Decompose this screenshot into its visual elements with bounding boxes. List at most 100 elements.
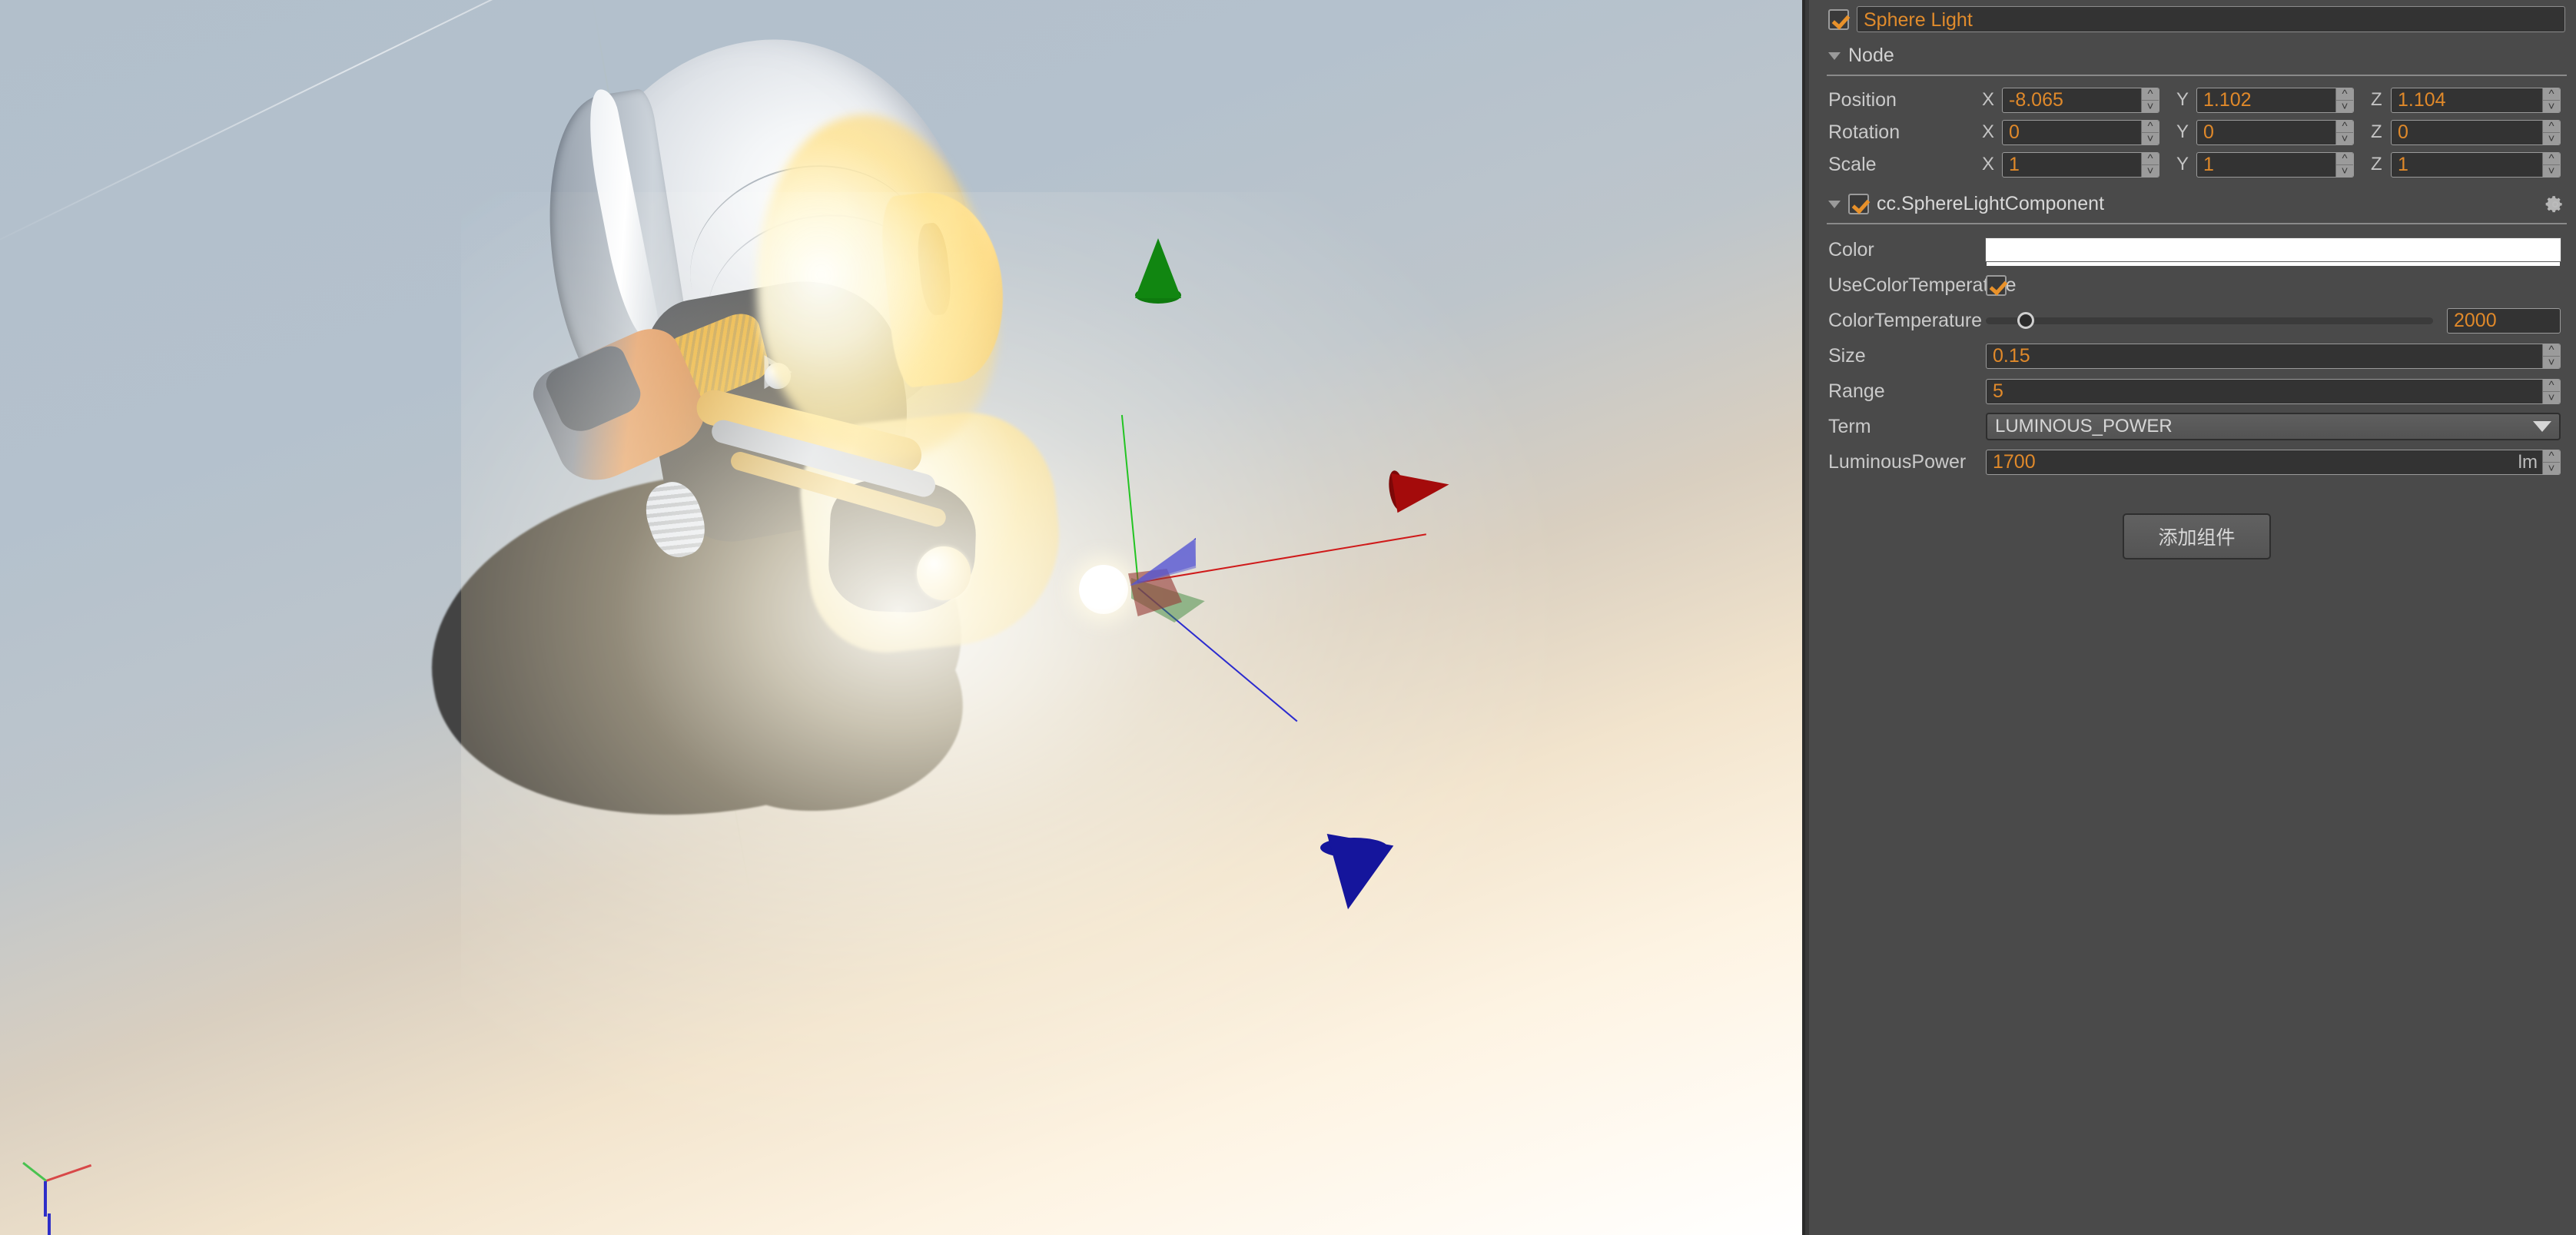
stepper-up-icon[interactable]: ^: [2142, 153, 2159, 165]
property-field: 2000: [1986, 308, 2565, 334]
stepper-down-icon[interactable]: ˅: [2543, 165, 2560, 177]
stepper-down-icon[interactable]: ˅: [2142, 101, 2159, 112]
stepper-up-icon[interactable]: ^: [2543, 450, 2560, 463]
color-temperature-slider[interactable]: [1986, 317, 2433, 324]
color-swatch[interactable]: [1986, 238, 2561, 261]
scene-viewport[interactable]: [0, 0, 1802, 1235]
slider-thumb[interactable]: [2017, 312, 2034, 329]
property-row-use-color-temperature: UseColorTemperature: [1817, 267, 2576, 303]
term-select[interactable]: LUMINOUS_POWER: [1986, 413, 2561, 440]
stepper-down-icon[interactable]: ˅: [2543, 463, 2560, 474]
vector3-field: X -8.065 ^˅ Y 1.102 ^˅ Z 1.10: [1982, 88, 2565, 113]
stepper[interactable]: ^˅: [2542, 88, 2560, 112]
size-input[interactable]: 0.15 ^˅: [1986, 344, 2561, 369]
node-name-input[interactable]: Sphere Light: [1857, 6, 2565, 32]
world-axis-y: [22, 1162, 47, 1182]
stepper[interactable]: ^˅: [2335, 88, 2353, 112]
component-title: cc.SphereLightComponent: [1877, 193, 2538, 215]
property-row-luminous-power: LuminousPower 1700 lm ^˅: [1817, 444, 2576, 480]
axis-label-z: Z: [2371, 154, 2391, 175]
chevron-down-icon[interactable]: [1828, 201, 1841, 208]
stepper-down-icon[interactable]: ˅: [2543, 101, 2560, 112]
sphere-light-gizmo[interactable]: [1079, 565, 1128, 614]
node-section-label: Node: [1848, 45, 1894, 67]
luminous-power-input[interactable]: 1700 lm ^˅: [1986, 450, 2561, 475]
add-component-button[interactable]: 添加组件: [2123, 513, 2270, 559]
axis-label-x: X: [1982, 89, 2002, 111]
use-color-temperature-checkbox[interactable]: [1986, 275, 2007, 296]
stepper-up-icon[interactable]: ^: [2336, 88, 2353, 101]
rotation-x-input[interactable]: 0 ^˅: [2002, 120, 2159, 145]
stepper[interactable]: ^˅: [2542, 344, 2560, 368]
position-x-input[interactable]: -8.065 ^˅: [2002, 88, 2159, 113]
stepper-up-icon[interactable]: ^: [2336, 121, 2353, 133]
stepper[interactable]: ^˅: [2141, 121, 2159, 144]
property-label: ColorTemperature: [1828, 310, 1986, 332]
node-enabled-checkbox[interactable]: [1828, 9, 1849, 30]
node-section-header[interactable]: Node: [1817, 32, 2576, 71]
stepper-down-icon[interactable]: ˅: [2543, 133, 2560, 144]
gizmo-axis-x-cone[interactable]: [1391, 465, 1452, 513]
stepper-up-icon[interactable]: ^: [2543, 121, 2560, 133]
vector-component-y: Y 0 ^˅: [2176, 120, 2371, 145]
property-row-color: Color: [1817, 232, 2576, 267]
property-label: Color: [1828, 239, 1986, 261]
chevron-down-icon[interactable]: [2533, 421, 2551, 432]
property-field: [1986, 275, 2565, 296]
field-value: -8.065: [2003, 88, 2141, 112]
stepper[interactable]: ^˅: [2542, 121, 2560, 144]
stepper-up-icon[interactable]: ^: [2543, 88, 2560, 101]
damaged-helmet-model[interactable]: [500, 5, 1084, 672]
stepper-down-icon[interactable]: ˅: [2336, 165, 2353, 177]
scale-z-input[interactable]: 1 ^˅: [2391, 152, 2561, 178]
stepper-down-icon[interactable]: ˅: [2543, 392, 2560, 403]
stepper[interactable]: ^˅: [2335, 121, 2353, 144]
field-value: 1.102: [2197, 88, 2335, 112]
axis-label-y: Y: [2176, 89, 2196, 111]
gizmo-axis-z-cone[interactable]: [1315, 834, 1394, 915]
range-input[interactable]: 5 ^˅: [1986, 379, 2561, 404]
stepper-down-icon[interactable]: ˅: [2336, 101, 2353, 112]
stepper-down-icon[interactable]: ˅: [2543, 357, 2560, 368]
stepper-up-icon[interactable]: ^: [2336, 153, 2353, 165]
property-label: Size: [1828, 345, 1986, 367]
gizmo-axis-y-line[interactable]: [1121, 415, 1139, 583]
stepper-up-icon[interactable]: ^: [2543, 344, 2560, 357]
vector-component-x: X 1 ^˅: [1982, 152, 2176, 178]
scale-x-input[interactable]: 1 ^˅: [2002, 152, 2159, 178]
stepper-down-icon[interactable]: ˅: [2142, 133, 2159, 144]
component-enabled-checkbox[interactable]: [1848, 194, 1869, 214]
stepper-up-icon[interactable]: ^: [2142, 88, 2159, 101]
stepper[interactable]: ^˅: [2542, 450, 2560, 474]
position-z-input[interactable]: 1.104 ^˅: [2391, 88, 2561, 113]
component-header[interactable]: cc.SphereLightComponent: [1817, 181, 2576, 220]
stepper[interactable]: ^˅: [2141, 153, 2159, 177]
stepper[interactable]: ^˅: [2542, 380, 2560, 403]
section-divider: [1827, 75, 2567, 76]
stepper[interactable]: ^˅: [2542, 153, 2560, 177]
rotation-y-input[interactable]: 0 ^˅: [2196, 120, 2354, 145]
rotation-z-input[interactable]: 0 ^˅: [2391, 120, 2561, 145]
position-y-input[interactable]: 1.102 ^˅: [2196, 88, 2354, 113]
vector-component-y: Y 1 ^˅: [2176, 152, 2371, 178]
stepper-down-icon[interactable]: ˅: [2142, 165, 2159, 177]
stepper-up-icon[interactable]: ^: [2543, 153, 2560, 165]
stepper-up-icon[interactable]: ^: [2543, 380, 2560, 392]
gizmo-axis-y-cone[interactable]: [1135, 238, 1181, 298]
gear-icon[interactable]: [2545, 194, 2565, 214]
stepper-down-icon[interactable]: ˅: [2336, 133, 2353, 144]
stepper[interactable]: ^˅: [2141, 88, 2159, 112]
field-value: 1: [2392, 153, 2542, 177]
scale-y-input[interactable]: 1 ^˅: [2196, 152, 2354, 178]
add-component-row: 添加组件: [1817, 480, 2576, 559]
row-label: Position: [1828, 89, 1982, 111]
property-field: 1700 lm ^˅: [1986, 450, 2565, 475]
world-axis-z: [44, 1181, 47, 1217]
property-row-term: Term LUMINOUS_POWER: [1817, 409, 2576, 444]
color-temperature-input[interactable]: 2000: [2447, 308, 2561, 334]
field-value: 5: [1987, 380, 2542, 403]
vector3-field: X 0 ^˅ Y 0 ^˅ Z 0: [1982, 120, 2565, 145]
stepper[interactable]: ^˅: [2335, 153, 2353, 177]
field-value: 0: [2197, 121, 2335, 144]
stepper-up-icon[interactable]: ^: [2142, 121, 2159, 133]
